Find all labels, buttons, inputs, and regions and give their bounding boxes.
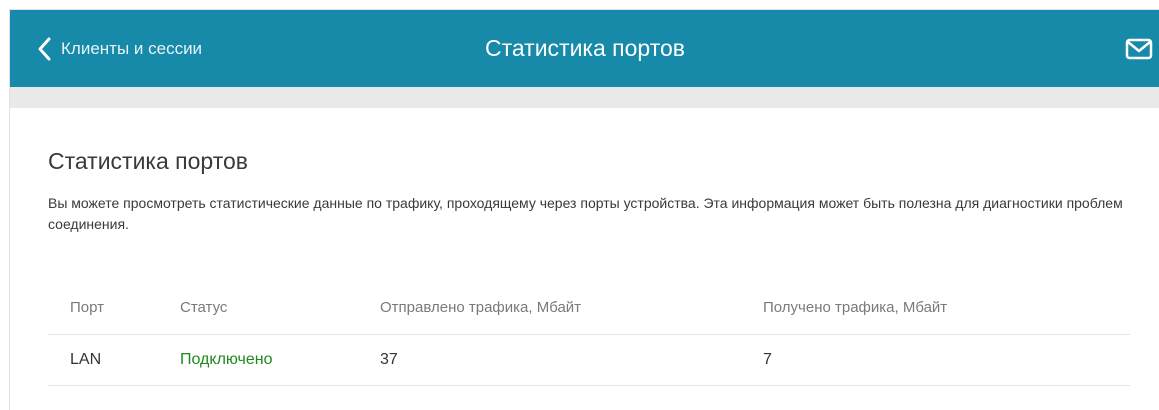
top-header: Клиенты и сессии Статистика портов <box>10 10 1159 87</box>
envelope-icon <box>1125 38 1153 60</box>
column-header-received: Получено трафика, Мбайт <box>741 281 1130 335</box>
cell-sent: 37 <box>358 334 741 386</box>
cell-status: Подключено <box>158 334 358 386</box>
cell-port: LAN <box>48 334 158 386</box>
back-button-label: Клиенты и сессии <box>61 38 203 58</box>
port-stats-table: Порт Статус Отправлено трафика, Мбайт По… <box>48 281 1130 386</box>
header-subbar <box>10 87 1159 108</box>
notifications-button[interactable] <box>1125 35 1153 63</box>
app-frame: Клиенты и сессии Статистика портов Стати… <box>9 9 1159 410</box>
page-title: Статистика портов <box>48 148 249 174</box>
column-header-sent: Отправлено трафика, Мбайт <box>358 281 741 335</box>
cell-received: 7 <box>741 334 1130 386</box>
back-button[interactable]: Клиенты и сессии <box>35 10 202 87</box>
column-header-port: Порт <box>48 281 158 335</box>
column-header-status: Статус <box>158 281 358 335</box>
page-description: Вы можете просмотреть статистические дан… <box>48 195 1123 232</box>
table-header-row: Порт Статус Отправлено трафика, Мбайт По… <box>48 281 1130 335</box>
chevron-left-icon <box>38 37 51 60</box>
table-row[interactable]: LAN Подключено 37 7 <box>48 334 1130 386</box>
